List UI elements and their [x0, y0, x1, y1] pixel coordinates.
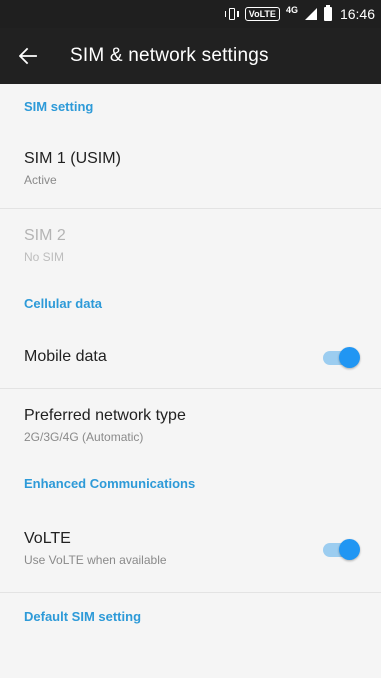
preferred-network-value: 2G/3G/4G (Automatic) — [24, 429, 144, 444]
section-header-enhanced-communications: Enhanced Communications — [24, 475, 196, 491]
network-type-badge: 4G — [285, 5, 298, 15]
mobile-data-toggle[interactable] — [323, 346, 360, 368]
status-icons: VoLTE 4G — [224, 5, 332, 21]
sim1-item[interactable]: SIM 1 (USIM) Active — [0, 128, 381, 209]
clock: 16:46 — [339, 6, 375, 22]
sim1-title: SIM 1 (USIM) — [24, 149, 121, 167]
volte-toggle[interactable] — [323, 538, 360, 560]
status-bar: VoLTE 4G 16:46 — [0, 0, 381, 28]
section-header-default-sim-setting: Default SIM setting — [24, 608, 142, 624]
sim2-status: No SIM — [24, 249, 65, 264]
section-header-sim-setting: SIM setting — [24, 98, 94, 114]
sim1-status: Active — [24, 172, 57, 187]
battery-icon — [323, 5, 332, 21]
page-title: SIM & network settings — [70, 45, 269, 66]
preferred-network-item[interactable]: Preferred network type 2G/3G/4G (Automat… — [0, 389, 381, 461]
vibrate-icon — [224, 7, 239, 21]
sim2-title: SIM 2 — [24, 226, 66, 244]
signal-icon — [304, 8, 317, 20]
app-bar: SIM & network settings — [0, 28, 381, 84]
settings-list: SIM setting SIM 1 (USIM) Active SIM 2 No… — [0, 84, 381, 639]
volte-item[interactable]: VoLTE Use VoLTE when available — [0, 505, 381, 593]
volte-badge: VoLTE — [244, 7, 280, 21]
section-header-cellular-data: Cellular data — [24, 295, 103, 311]
arrow-back-icon[interactable] — [0, 28, 56, 84]
mobile-data-item[interactable]: Mobile data — [0, 325, 381, 389]
sim2-item: SIM 2 No SIM — [0, 209, 381, 281]
preferred-network-title: Preferred network type — [24, 406, 186, 424]
